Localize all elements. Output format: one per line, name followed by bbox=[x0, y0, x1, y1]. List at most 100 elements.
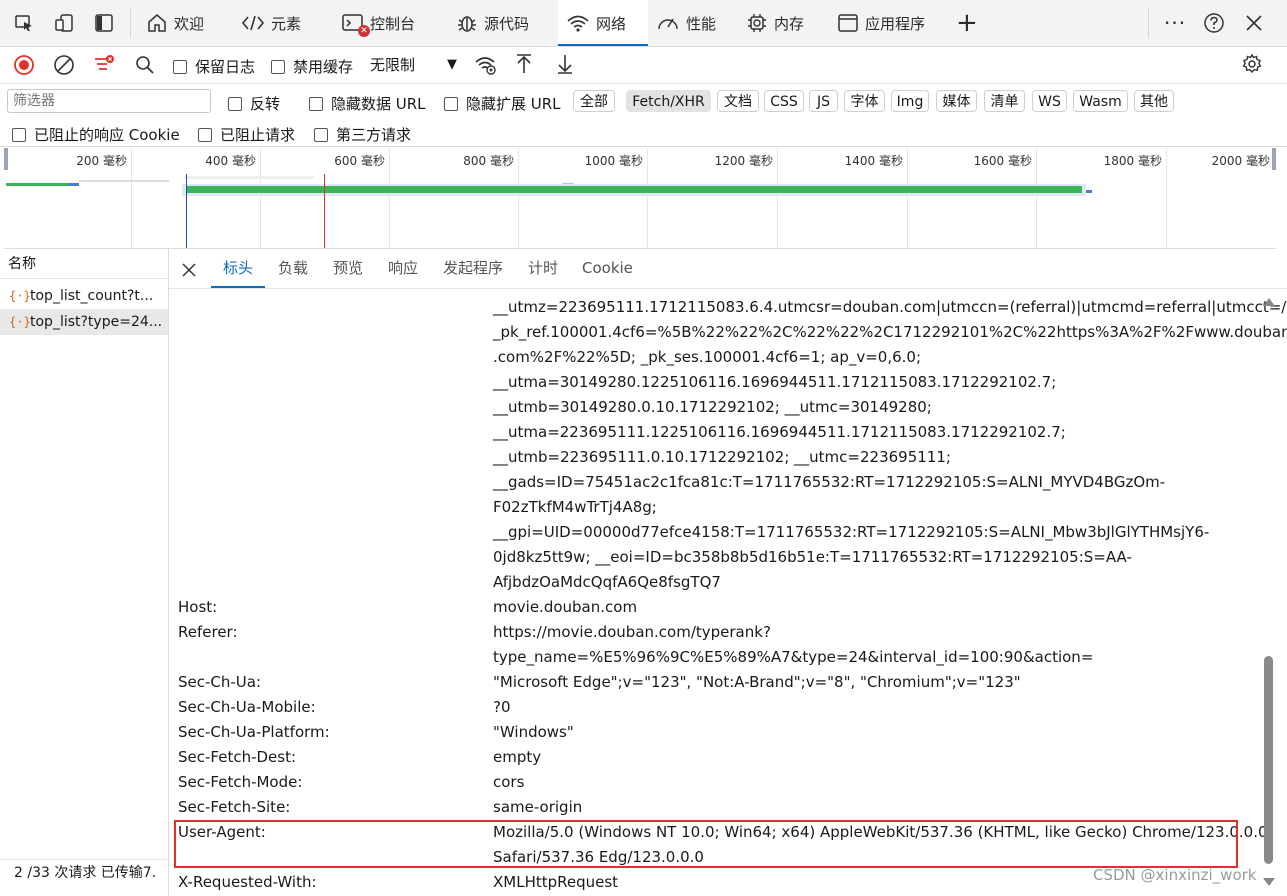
window-icon bbox=[838, 14, 858, 32]
tab-application[interactable]: 应用程序 bbox=[837, 0, 925, 46]
inspect-button[interactable] bbox=[14, 0, 40, 46]
close-icon bbox=[1246, 15, 1262, 31]
header-value: empty bbox=[493, 745, 1243, 770]
tab-label: 网络 bbox=[596, 14, 627, 33]
close-icon[interactable] bbox=[181, 262, 197, 278]
tab-payload[interactable]: 负载 bbox=[278, 249, 308, 288]
third-party-checkbox[interactable]: 第三方请求 bbox=[314, 124, 411, 145]
type-filter-manifest[interactable]: 清单 bbox=[984, 90, 1025, 112]
divider bbox=[130, 8, 131, 38]
gauge-icon bbox=[658, 18, 678, 30]
settings-gear-icon[interactable] bbox=[1241, 53, 1263, 75]
tab-cookies[interactable]: Cookie bbox=[582, 249, 633, 288]
divider bbox=[1148, 8, 1149, 38]
tab-preview[interactable]: 预览 bbox=[333, 249, 363, 288]
type-filter-other[interactable]: 其他 bbox=[1134, 90, 1174, 112]
type-filter-wasm[interactable]: Wasm bbox=[1073, 90, 1128, 112]
type-filter-css[interactable]: CSS bbox=[764, 90, 804, 112]
tab-label: 应用程序 bbox=[865, 14, 926, 33]
tab-network[interactable]: 网络 bbox=[558, 0, 648, 46]
scrollbar[interactable] bbox=[1262, 292, 1276, 896]
home-icon bbox=[148, 14, 166, 32]
value-line: type_name=%E5%96%9C%E5%89%A7&type=24&int… bbox=[493, 648, 1094, 666]
add-tab-button[interactable]: + bbox=[956, 0, 978, 46]
preserve-log-label: 保留日志 bbox=[195, 58, 256, 76]
throttle-select[interactable]: 无限制 ▼ bbox=[364, 52, 461, 78]
invert-checkbox[interactable]: 反转 bbox=[228, 93, 280, 114]
blocked-requests-label: 已阻止请求 bbox=[220, 126, 296, 144]
blocked-requests-checkbox[interactable]: 已阻止请求 bbox=[198, 124, 295, 145]
devtools-tabbar: 欢迎 元素 ✕ 控制台 源代码 网络 性能 内存 应用程序 + ··· bbox=[0, 0, 1287, 47]
request-row[interactable]: {·} top_list_count?t... bbox=[0, 283, 168, 309]
request-bar bbox=[79, 180, 169, 182]
grid-line bbox=[389, 148, 390, 248]
request-bar-main bbox=[186, 186, 1082, 193]
tab-performance[interactable]: 性能 bbox=[656, 0, 716, 46]
value-line: F02zTkfM4wTrTj4A8g; bbox=[493, 498, 657, 516]
value-line: .com%2F%22%5D; _pk_ses.100001.4cf6=1; ap… bbox=[493, 348, 922, 366]
checkbox-box bbox=[173, 59, 187, 74]
help-icon bbox=[1204, 13, 1224, 33]
tab-elements[interactable]: 元素 bbox=[241, 0, 301, 46]
type-filter-font[interactable]: 字体 bbox=[844, 90, 885, 112]
close-devtools-button[interactable] bbox=[1244, 0, 1270, 46]
dock-button[interactable] bbox=[94, 0, 120, 46]
network-conditions-icon[interactable] bbox=[474, 53, 498, 77]
help-button[interactable] bbox=[1203, 0, 1231, 46]
timeline-tick: 1800 毫秒 bbox=[1103, 154, 1162, 168]
filter-input[interactable] bbox=[7, 89, 211, 113]
xhr-icon: {·} bbox=[9, 315, 31, 329]
timeline-overview[interactable]: 200 毫秒 400 毫秒 600 毫秒 800 毫秒 1000 毫秒 1200… bbox=[4, 148, 1276, 249]
scroll-up-arrow-icon[interactable] bbox=[1263, 298, 1275, 306]
checkbox-box bbox=[198, 127, 212, 142]
type-filter-fetch-xhr[interactable]: Fetch/XHR bbox=[626, 90, 711, 112]
request-list: 名称 {·} top_list_count?t... {·} top_list?… bbox=[0, 249, 169, 896]
more-tools-button[interactable]: ··· bbox=[1164, 0, 1186, 46]
type-filter-img[interactable]: Img bbox=[891, 90, 929, 112]
export-har-icon[interactable] bbox=[555, 53, 575, 75]
hide-ext-url-label: 隐藏扩展 URL bbox=[466, 95, 561, 113]
tab-initiator[interactable]: 发起程序 bbox=[443, 249, 503, 288]
scroll-down-arrow-icon[interactable] bbox=[1263, 878, 1275, 886]
type-filter-js[interactable]: JS bbox=[809, 90, 838, 112]
filter-active-icon[interactable] bbox=[93, 53, 117, 75]
hide-ext-url-checkbox[interactable]: 隐藏扩展 URL bbox=[444, 93, 561, 114]
column-header-name[interactable]: 名称 bbox=[0, 249, 168, 279]
type-filter-all[interactable]: 全部 bbox=[573, 90, 615, 112]
overview-handle-right[interactable] bbox=[1272, 148, 1276, 170]
tab-welcome[interactable]: 欢迎 bbox=[146, 0, 204, 46]
scrollbar-thumb[interactable] bbox=[1264, 656, 1273, 864]
record-icon[interactable] bbox=[13, 54, 35, 76]
type-filter-media[interactable]: 媒体 bbox=[936, 90, 977, 112]
search-icon[interactable] bbox=[135, 55, 155, 75]
header-name: X-Requested-With: bbox=[178, 873, 317, 891]
chevron-down-icon: ▼ bbox=[447, 57, 457, 72]
request-row-selected[interactable]: {·} top_list?type=24... bbox=[0, 309, 168, 335]
value-line: https://movie.douban.com/typerank? bbox=[493, 623, 771, 641]
overview-handle-left[interactable] bbox=[4, 148, 8, 170]
request-name: top_list_count?t... bbox=[30, 288, 154, 304]
preserve-log-checkbox[interactable]: 保留日志 bbox=[173, 56, 255, 77]
blocked-cookies-checkbox[interactable]: 已阻止的响应 Cookie bbox=[12, 124, 180, 145]
tab-response[interactable]: 响应 bbox=[388, 249, 418, 288]
user-agent-highlight-box bbox=[174, 820, 1238, 868]
tab-sources[interactable]: 源代码 bbox=[456, 0, 529, 46]
value-line: movie.douban.com bbox=[493, 598, 638, 616]
type-filter-ws[interactable]: WS bbox=[1032, 90, 1067, 112]
tab-timing[interactable]: 计时 bbox=[528, 249, 558, 288]
tab-label: 源代码 bbox=[484, 14, 530, 33]
value-line: empty bbox=[493, 748, 542, 766]
hide-data-url-checkbox[interactable]: 隐藏数据 URL bbox=[309, 93, 426, 114]
checkbox-box bbox=[444, 96, 458, 111]
xhr-icon: {·} bbox=[9, 289, 31, 303]
tab-memory[interactable]: 内存 bbox=[746, 0, 804, 46]
import-har-icon[interactable] bbox=[514, 53, 534, 75]
disable-cache-checkbox[interactable]: 禁用缓存 bbox=[271, 56, 353, 77]
clear-icon[interactable] bbox=[53, 54, 75, 76]
tab-console[interactable]: ✕ 控制台 bbox=[342, 0, 415, 46]
device-emulation-button[interactable] bbox=[54, 0, 82, 46]
tab-headers[interactable]: 标头 bbox=[210, 249, 266, 288]
header-row-host: Host: movie.douban.com bbox=[169, 595, 1259, 620]
type-filter-doc[interactable]: 文档 bbox=[717, 90, 759, 112]
network-toolbar: 保留日志 禁用缓存 无限制 ▼ bbox=[0, 47, 1287, 84]
